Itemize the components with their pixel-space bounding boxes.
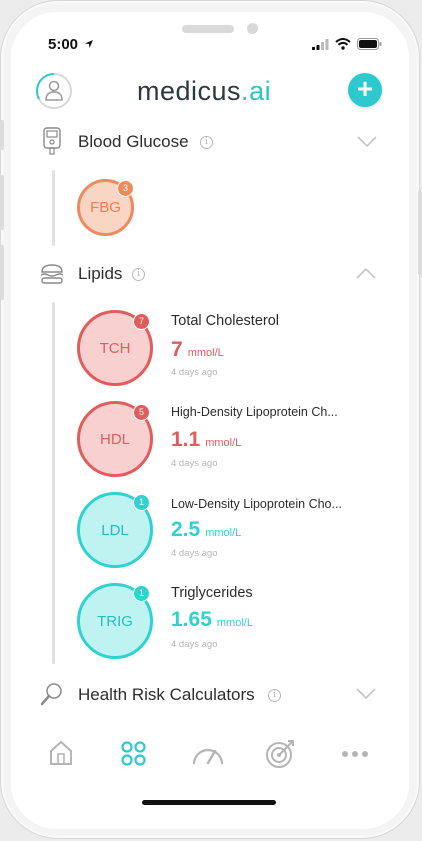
more-icon[interactable] <box>341 750 369 758</box>
status-icons <box>312 38 382 50</box>
battery-icon <box>357 38 382 50</box>
info-icon[interactable]: i <box>132 268 145 281</box>
chevron-down-icon[interactable] <box>356 688 376 700</box>
section-title-blood-glucose[interactable]: Blood Glucose <box>78 132 189 152</box>
chevron-down-icon[interactable] <box>357 136 377 148</box>
speaker <box>182 25 234 33</box>
target-icon[interactable] <box>264 738 296 770</box>
count-badge: 7 <box>133 313 150 330</box>
timeline-line <box>52 302 55 664</box>
side-button <box>0 245 4 300</box>
timestamp: 4 days ago <box>171 458 218 469</box>
home-icon[interactable] <box>48 739 74 767</box>
info-icon[interactable]: i <box>268 689 281 702</box>
side-button <box>0 120 4 150</box>
timestamp: 4 days ago <box>171 639 218 650</box>
metric-value: 2.5 mmol/L <box>171 518 242 541</box>
app-screen <box>11 12 409 829</box>
metric-name: Total Cholesterol <box>171 313 279 329</box>
wifi-icon <box>335 38 351 50</box>
signal-icon <box>312 38 329 50</box>
user-icon <box>45 80 63 101</box>
status-time: 5:00 <box>48 36 94 53</box>
burger-icon <box>40 264 64 284</box>
metric-name: Triglycerides <box>171 585 253 601</box>
timestamp: 4 days ago <box>171 548 218 559</box>
timeline-line <box>52 170 55 246</box>
dashboard-icon[interactable] <box>120 740 148 768</box>
count-badge: 1 <box>133 585 150 602</box>
gauge-icon[interactable] <box>191 741 225 767</box>
metric-value: 1.1 mmol/L <box>171 428 242 451</box>
location-arrow-icon <box>85 40 94 48</box>
metric-value: 1.65 mmol/L <box>171 608 253 631</box>
count-badge: 1 <box>133 494 150 511</box>
add-button[interactable]: + <box>348 73 382 107</box>
chevron-up-icon[interactable] <box>356 267 376 279</box>
camera <box>247 23 258 34</box>
metric-name: Low-Density Lipoprotein Cho... <box>171 497 342 511</box>
side-button <box>418 190 422 275</box>
metric-name: High-Density Lipoprotein Ch... <box>171 405 338 419</box>
section-title-lipids[interactable]: Lipids <box>78 264 122 284</box>
info-icon[interactable]: i <box>200 136 213 149</box>
glucose-meter-icon <box>43 127 61 155</box>
home-indicator[interactable] <box>142 800 276 805</box>
metric-value: 7 mmol/L <box>171 338 224 361</box>
count-badge: 5 <box>133 404 150 421</box>
count-badge: 3 <box>117 180 134 197</box>
section-title-health-risk[interactable]: Health Risk Calculators <box>78 685 255 705</box>
app-logo: medicus.ai <box>137 76 272 106</box>
profile-avatar[interactable] <box>36 73 72 109</box>
side-button <box>0 175 4 230</box>
timestamp: 4 days ago <box>171 367 218 378</box>
magnifier-icon <box>40 683 62 706</box>
